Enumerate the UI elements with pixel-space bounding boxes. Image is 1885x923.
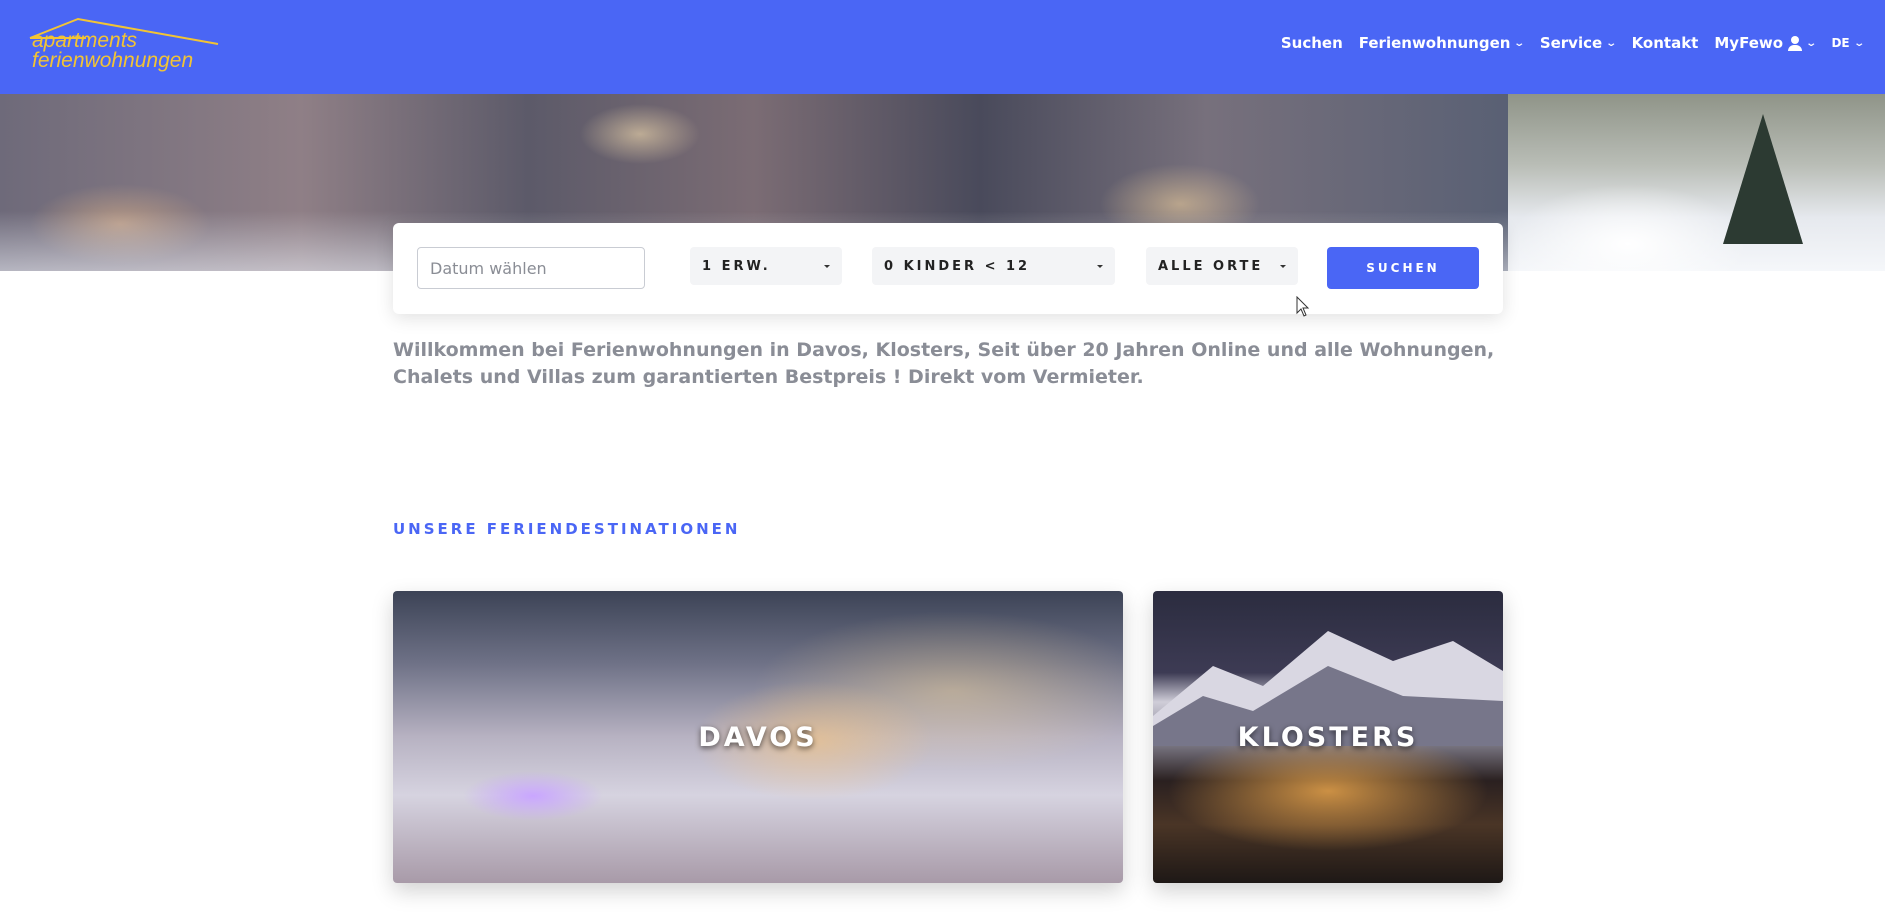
search-box: 1 ERW. 0 KINDER < 12 ALLE ORTE SUCHEN xyxy=(393,223,1503,314)
nav-suchen-label: Suchen xyxy=(1280,34,1343,52)
nav-service-label: Service xyxy=(1539,34,1603,52)
nav-ferienwohnungen[interactable]: Ferienwohnungen ⌄ xyxy=(1358,34,1526,52)
destination-label-klosters: KLOSTERS xyxy=(1237,721,1419,753)
nav-myfewo[interactable]: MyFewo ⌄ xyxy=(1714,34,1818,52)
nav-language-label: DE xyxy=(1831,36,1850,50)
caret-down-icon xyxy=(824,264,830,268)
chevron-down-icon: ⌄ xyxy=(1513,37,1526,49)
site-logo[interactable]: apartments ferienwohnungen xyxy=(28,16,223,76)
nav-myfewo-label: MyFewo xyxy=(1714,34,1784,52)
logo-text-apartments: apartments xyxy=(32,29,138,52)
nav-ferienwohnungen-label: Ferienwohnungen xyxy=(1358,34,1511,52)
nav-language[interactable]: DE ⌄ xyxy=(1831,36,1865,50)
hero-image-snow-trees xyxy=(1508,94,1885,271)
nav-kontakt[interactable]: Kontakt xyxy=(1632,34,1699,52)
chevron-down-icon: ⌄ xyxy=(1805,37,1818,49)
logo-text-ferienwohnungen: ferienwohnungen xyxy=(32,49,194,72)
chevron-down-icon: ⌄ xyxy=(1852,37,1865,49)
destination-card-davos[interactable]: DAVOS xyxy=(393,591,1123,883)
adults-select-value: 1 ERW. xyxy=(702,258,771,274)
destination-card-klosters[interactable]: KLOSTERS xyxy=(1153,591,1503,883)
date-input[interactable] xyxy=(417,247,645,289)
adults-select[interactable]: 1 ERW. xyxy=(690,247,842,285)
chevron-down-icon: ⌄ xyxy=(1605,37,1618,49)
mouse-cursor-icon xyxy=(1296,296,1310,317)
location-select-value: ALLE ORTE xyxy=(1158,258,1264,274)
nav-service[interactable]: Service ⌄ xyxy=(1539,34,1618,52)
destination-label-davos: DAVOS xyxy=(698,721,818,753)
welcome-text: Willkommen bei Ferienwohnungen in Davos,… xyxy=(393,339,1495,388)
location-select[interactable]: ALLE ORTE xyxy=(1146,247,1298,285)
destinations-heading: UNSERE FERIENDESTINATIONEN xyxy=(393,520,741,538)
nav-suchen[interactable]: Suchen xyxy=(1281,34,1343,52)
site-header: apartments ferienwohnungen Suchen Ferien… xyxy=(0,0,1885,94)
tree-icon xyxy=(1723,114,1803,244)
children-select[interactable]: 0 KINDER < 12 xyxy=(872,247,1115,285)
caret-down-icon xyxy=(1097,264,1103,268)
search-button[interactable]: SUCHEN xyxy=(1327,247,1479,289)
user-icon xyxy=(1788,35,1803,51)
caret-down-icon xyxy=(1280,264,1286,268)
nav-kontakt-label: Kontakt xyxy=(1631,34,1699,52)
main-nav: Suchen Ferienwohnungen ⌄ Service ⌄ Konta… xyxy=(1281,34,1865,52)
children-select-value: 0 KINDER < 12 xyxy=(884,258,1031,274)
